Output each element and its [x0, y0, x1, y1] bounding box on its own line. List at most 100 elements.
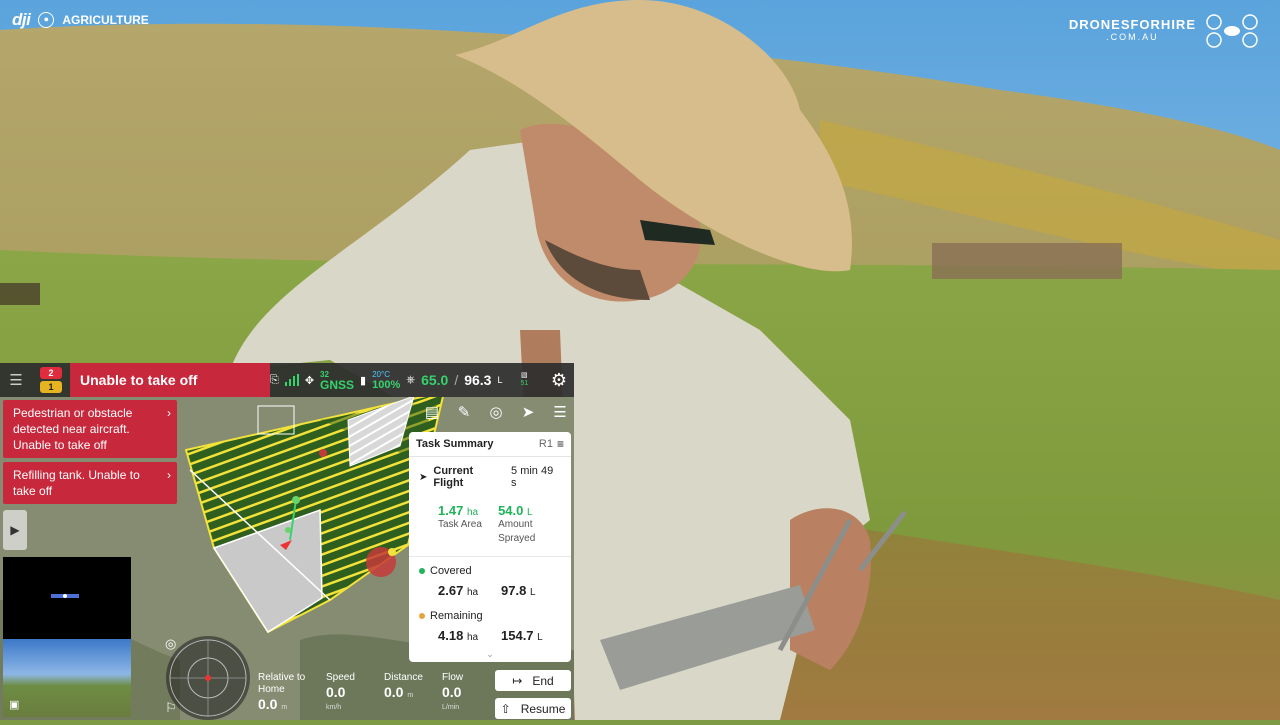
distance-label: Distance — [384, 672, 423, 683]
fpv-camera-view[interactable]: ▣ — [3, 557, 131, 717]
dji-watermark: dji ● AGRICULTURE — [12, 10, 149, 30]
task-summary-panel: Task Summary R1 ≡ ➤ Current Flight 5 min… — [409, 432, 571, 662]
relative-home-unit: m — [281, 704, 288, 711]
expand-panel-button[interactable]: ▶ — [3, 510, 27, 550]
gnss-indicator: 32 GNSS — [320, 370, 355, 392]
alert-refilling[interactable]: Refilling tank. Unable to take off › — [3, 462, 177, 504]
layers-icon[interactable]: ☰ — [548, 402, 572, 424]
covered-volume: 97.8 — [501, 583, 527, 598]
route-selector[interactable]: R1 ≡ — [539, 437, 564, 451]
task-area-value: 1.47 — [438, 503, 464, 518]
amount-sprayed-value: 54.0 — [498, 503, 524, 518]
task-area-metric: 1.47 ha Task Area — [419, 503, 498, 546]
upload-icon: ⇧ — [500, 701, 511, 716]
satellite-icon: ✥ — [304, 374, 315, 387]
covered-volume-unit: L — [529, 587, 536, 598]
gnss-label: GNSS — [320, 378, 355, 392]
flow-stat: Flow 0.0 L/min — [442, 672, 482, 714]
tank-separator: / — [454, 372, 459, 388]
gear-icon: ⚙ — [550, 369, 568, 390]
current-flight-row: ➤ Current Flight 5 min 49 s — [409, 465, 571, 489]
battery-indicator: 20°C 100% — [372, 370, 401, 391]
agriculture-label: AGRICULTURE — [62, 13, 149, 27]
telemetry-group: ⎘ ✥ 32 GNSS ▮ 20°C 100% ⎈ 65.0 / 96.3 L … — [270, 363, 528, 397]
end-button[interactable]: ↦ End — [495, 670, 571, 691]
camera-switch-icon[interactable]: ▣ — [9, 698, 19, 711]
covered-label: Covered — [430, 565, 472, 577]
battery-icon: ▮ — [360, 374, 367, 387]
map-toolbar: ▤ ✎ ◎ ➤ ☰ — [420, 402, 572, 424]
tank-unit: L — [497, 375, 503, 385]
task-summary-header: Task Summary R1 ≡ — [409, 432, 571, 457]
speed-unit: km/h — [326, 704, 342, 711]
fpv-secondary-view — [3, 639, 131, 717]
covered-area-unit: ha — [466, 587, 479, 598]
locate-icon[interactable]: ◎ — [484, 402, 508, 424]
alert-obstacle[interactable]: Pedestrian or obstacle detected near air… — [3, 400, 177, 458]
spray-nozzle-count: 51 — [520, 380, 529, 387]
end-button-label: End — [532, 673, 554, 688]
menu-button[interactable]: ☰ — [0, 363, 32, 397]
drone-logo-icon — [1206, 14, 1258, 48]
speed-value: 0.0 — [326, 684, 346, 700]
error-count-badge: 2 — [40, 367, 62, 379]
status-alert-banner[interactable]: Unable to take off — [70, 363, 270, 397]
task-summary-title: Task Summary — [416, 438, 494, 450]
distance-stat: Distance 0.0 m — [384, 672, 423, 714]
remaining-volume-unit: L — [537, 632, 543, 643]
field-boundary-icon[interactable]: ▤ — [420, 402, 444, 424]
brand-domain: .COM.AU — [1106, 32, 1159, 42]
flight-metrics: 1.47 ha Task Area 54.0 L Amount Sprayed — [409, 503, 571, 546]
tank-level-value: 65.0 — [421, 372, 449, 388]
settings-button[interactable]: ⚙ — [544, 363, 574, 397]
task-area-unit: ha — [466, 507, 479, 518]
play-icon: ▶ — [10, 523, 20, 537]
dronesforhire-watermark: DRONESFORHIRE .COM.AU — [1069, 14, 1262, 48]
covered-section: Covered 2.67 ha 97.8 L — [409, 565, 571, 598]
eraser-icon[interactable]: ✎ — [452, 402, 476, 424]
flight-telemetry: Relative to Home 0.0 m Speed 0.0 km/h Di… — [258, 672, 482, 714]
battery-percent: 100% — [372, 379, 401, 391]
navigation-arrow-icon: ➤ — [419, 471, 428, 483]
distance-value: 0.0 — [384, 684, 404, 700]
relative-home-stat: Relative to Home 0.0 m — [258, 672, 306, 714]
relative-home-label: Relative to Home — [258, 672, 306, 695]
warning-count-badge: 1 — [40, 381, 62, 393]
status-alert-text: Unable to take off — [80, 372, 198, 388]
task-area-label: Task Area — [438, 519, 482, 530]
amount-sprayed-label: Amount Sprayed — [498, 519, 536, 544]
covered-dot — [419, 568, 425, 575]
current-flight-time: 5 min 49 s — [511, 465, 554, 489]
brand-name: DRONESFORHIRE — [1068, 17, 1196, 32]
agriculture-badge-icon: ● — [38, 12, 55, 28]
menu-icon: ☰ — [9, 372, 23, 389]
radar-icon — [169, 639, 247, 717]
distance-unit: m — [407, 692, 414, 699]
covered-area: 2.67 — [438, 583, 464, 598]
home-point-icon[interactable]: ⚐ — [165, 700, 177, 716]
amount-sprayed-metric: 54.0 L Amount Sprayed — [498, 503, 561, 546]
drone-preview-icon — [51, 594, 79, 598]
resume-button[interactable]: ⇧ Resume — [495, 698, 571, 719]
amount-sprayed-unit: L — [527, 507, 533, 518]
flow-value: 0.0 — [442, 684, 462, 700]
target-icon[interactable]: ◎ — [165, 636, 176, 652]
chevron-right-icon: › — [167, 468, 171, 482]
current-flight-label: Current Flight — [433, 465, 474, 489]
signal-strength-icon — [284, 374, 299, 386]
tank-capacity-value: 96.3 — [464, 372, 492, 388]
remote-controller-icon: ⎘ — [270, 373, 279, 386]
spray-system-indicator: ▧ 51 — [520, 372, 528, 388]
speed-label: Speed — [326, 672, 355, 683]
brand-text: DRONESFORHIRE .COM.AU — [1068, 17, 1196, 43]
alert-refilling-text: Refilling tank. Unable to take off — [13, 468, 140, 498]
expand-chevron-icon[interactable]: ⌄ — [409, 649, 571, 660]
remaining-volume: 154.7 — [501, 628, 534, 643]
exit-icon: ↦ — [512, 673, 523, 688]
alert-counts[interactable]: 2 1 — [32, 367, 70, 393]
resume-button-label: Resume — [520, 701, 566, 716]
speed-stat: Speed 0.0 km/h — [326, 672, 364, 714]
navigation-icon[interactable]: ➤ — [516, 402, 540, 424]
relative-home-value: 0.0 — [258, 696, 278, 712]
flow-label: Flow — [442, 672, 464, 683]
